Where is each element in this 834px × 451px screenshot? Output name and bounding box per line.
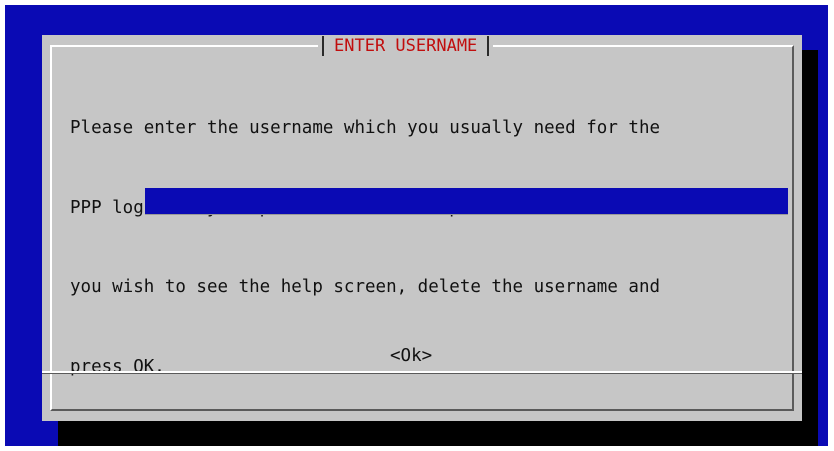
dialog-message: Please enter the username which you usua… [70,62,790,433]
username-input[interactable] [145,188,788,214]
button-separator-dark [42,373,802,374]
title-left-bracket [322,36,324,56]
username-dialog: ENTER USERNAME Please enter the username… [42,35,802,421]
dialog-title: ENTER USERNAME [334,36,478,56]
message-line: you wish to see the help screen, delete … [70,277,661,297]
message-line: Please enter the username which you usua… [70,118,661,138]
ok-button[interactable]: <Ok> [390,345,432,367]
dialog-title-container: ENTER USERNAME [318,35,494,57]
input-underline [145,214,788,215]
title-right-bracket [487,36,490,56]
